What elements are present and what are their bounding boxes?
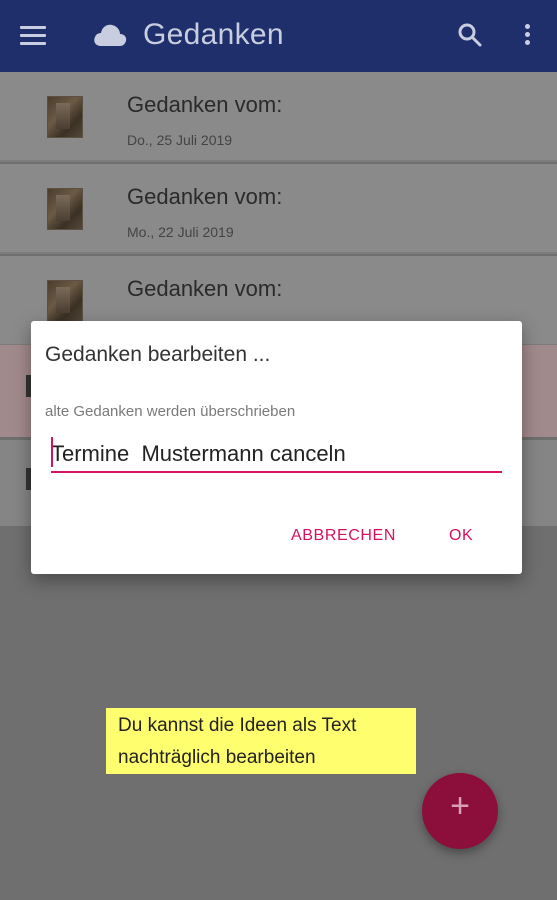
list-item-title: Gedanken vom: [127, 184, 283, 209]
list-item[interactable]: Gedanken vom: Mo., 22 Juli 2019 [0, 164, 557, 254]
add-button[interactable]: + [422, 773, 498, 849]
cloud-icon [94, 24, 127, 46]
list-item-title: Gedanken vom: [127, 276, 283, 301]
more-vert-icon[interactable] [522, 24, 532, 48]
plus-icon: + [450, 787, 470, 825]
list-item[interactable]: Gedanken vom: Do., 25 Juli 2019 [0, 72, 557, 162]
hint-line-1: Du kannst die Ideen als Text [118, 715, 357, 736]
text-cursor [51, 437, 53, 467]
hint-line-2: nachträglich bearbeiten [118, 747, 316, 768]
thumbnail-image [47, 280, 83, 322]
list-item-date: Mo., 22 Juli 2019 [127, 224, 234, 240]
search-icon[interactable] [457, 22, 483, 48]
dialog-subtitle: alte Gedanken werden überschrieben [45, 403, 296, 420]
hint-note: Du kannst die Ideen als Text nachträglic… [106, 708, 416, 774]
list-item-title: Gedanken vom: [127, 92, 283, 117]
ok-button[interactable]: OK [449, 527, 473, 545]
thumbnail-image [47, 96, 83, 138]
app-title: Gedanken [143, 18, 284, 51]
list-item-date: Do., 25 Juli 2019 [127, 132, 233, 148]
edit-dialog: Gedanken bearbeiten ... alte Gedanken we… [31, 321, 522, 574]
menu-icon[interactable] [20, 26, 46, 46]
dialog-title: Gedanken bearbeiten ... [45, 343, 271, 366]
thought-text-input[interactable] [51, 437, 502, 473]
thumbnail-image [47, 188, 83, 230]
app-bar: Gedanken [0, 0, 557, 72]
cancel-button[interactable]: ABBRECHEN [291, 527, 396, 545]
